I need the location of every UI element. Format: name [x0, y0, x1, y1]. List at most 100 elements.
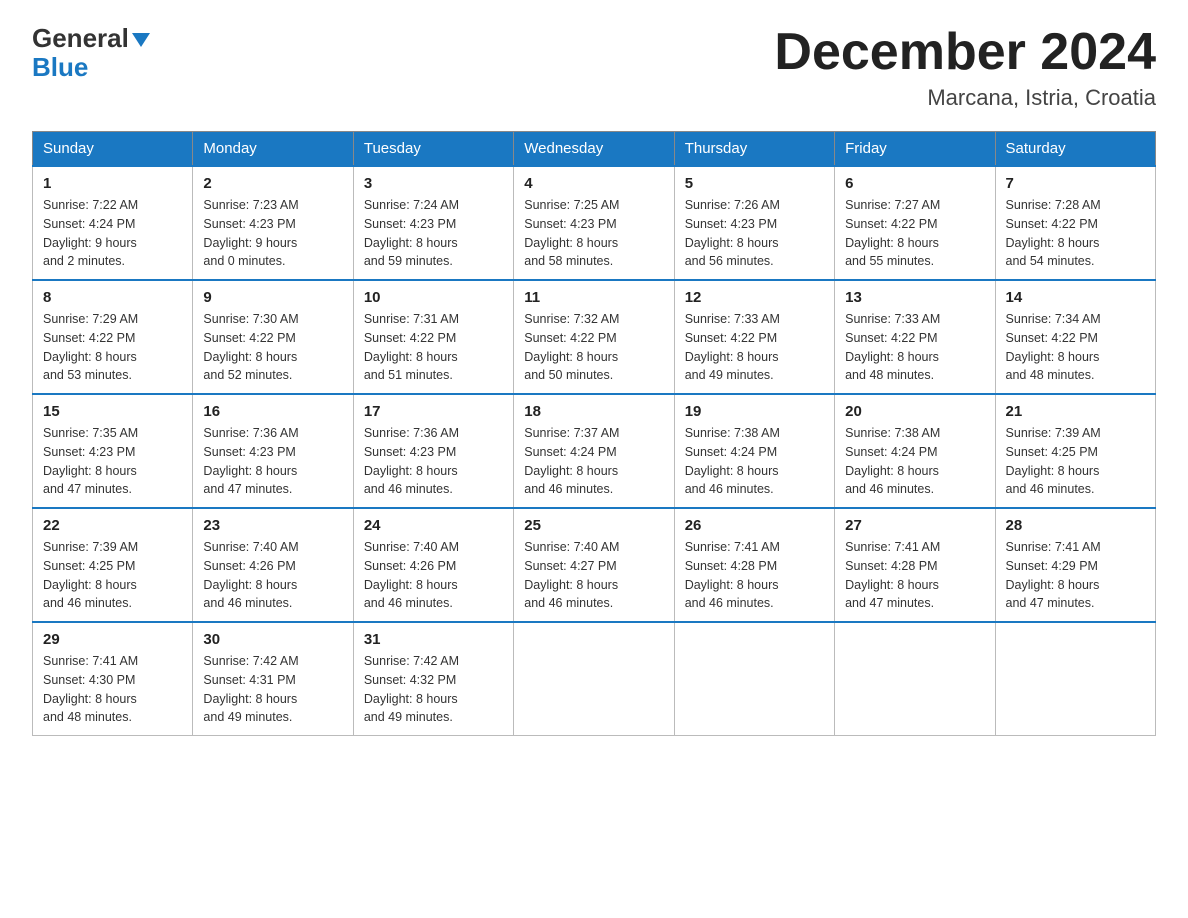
day-info: Sunrise: 7:42 AMSunset: 4:31 PMDaylight:… — [203, 652, 342, 727]
table-row: 10 Sunrise: 7:31 AMSunset: 4:22 PMDayligh… — [353, 280, 513, 394]
calendar-week-1: 1 Sunrise: 7:22 AMSunset: 4:24 PMDaylight… — [33, 166, 1156, 280]
day-number: 4 — [524, 175, 663, 192]
day-number: 13 — [845, 289, 984, 306]
table-row: 3 Sunrise: 7:24 AMSunset: 4:23 PMDaylight… — [353, 166, 513, 280]
day-number: 7 — [1006, 175, 1145, 192]
logo-blue: Blue — [32, 53, 88, 82]
table-row: 22 Sunrise: 7:39 AMSunset: 4:25 PMDayligh… — [33, 508, 193, 622]
day-info: Sunrise: 7:41 AMSunset: 4:28 PMDaylight:… — [845, 538, 984, 613]
day-info: Sunrise: 7:33 AMSunset: 4:22 PMDaylight:… — [685, 310, 824, 385]
day-info: Sunrise: 7:39 AMSunset: 4:25 PMDaylight:… — [1006, 424, 1145, 499]
table-row: 31Sunrise: 7:42 AMSunset: 4:32 PMDayligh… — [353, 622, 513, 736]
col-sunday: Sunday — [33, 132, 193, 167]
calendar-table: Sunday Monday Tuesday Wednesday Thursday… — [32, 131, 1156, 736]
day-info: Sunrise: 7:38 AMSunset: 4:24 PMDaylight:… — [845, 424, 984, 499]
table-row: 29 Sunrise: 7:41 AMSunset: 4:30 PMDayligh… — [33, 622, 193, 736]
day-number: 11 — [524, 289, 663, 306]
calendar-header-row: Sunday Monday Tuesday Wednesday Thursday… — [33, 132, 1156, 167]
title-section: December 2024 Marcana, Istria, Croatia — [774, 24, 1156, 111]
table-row: 6Sunrise: 7:27 AMSunset: 4:22 PMDaylight… — [835, 166, 995, 280]
table-row — [995, 622, 1155, 736]
day-info: Sunrise: 7:24 AMSunset: 4:23 PMDaylight:… — [364, 196, 503, 271]
table-row: 9Sunrise: 7:30 AMSunset: 4:22 PMDaylight… — [193, 280, 353, 394]
table-row: 4Sunrise: 7:25 AMSunset: 4:23 PMDaylight… — [514, 166, 674, 280]
table-row: 24 Sunrise: 7:40 AMSunset: 4:26 PMDayligh… — [353, 508, 513, 622]
calendar-week-2: 8 Sunrise: 7:29 AMSunset: 4:22 PMDaylight… — [33, 280, 1156, 394]
table-row: 27 Sunrise: 7:41 AMSunset: 4:28 PMDayligh… — [835, 508, 995, 622]
day-number: 30 — [203, 631, 342, 648]
table-row: 16Sunrise: 7:36 AMSunset: 4:23 PMDayligh… — [193, 394, 353, 508]
table-row: 23Sunrise: 7:40 AMSunset: 4:26 PMDayligh… — [193, 508, 353, 622]
day-number: 28 — [1006, 517, 1145, 534]
day-number: 19 — [685, 403, 824, 420]
day-info: Sunrise: 7:41 AMSunset: 4:30 PMDaylight:… — [43, 652, 182, 727]
day-info: Sunrise: 7:26 AMSunset: 4:23 PMDaylight:… — [685, 196, 824, 271]
day-info: Sunrise: 7:32 AMSunset: 4:22 PMDaylight:… — [524, 310, 663, 385]
day-number: 16 — [203, 403, 342, 420]
day-info: Sunrise: 7:40 AMSunset: 4:27 PMDaylight:… — [524, 538, 663, 613]
col-monday: Monday — [193, 132, 353, 167]
table-row: 8 Sunrise: 7:29 AMSunset: 4:22 PMDaylight… — [33, 280, 193, 394]
table-row: 26 Sunrise: 7:41 AMSunset: 4:28 PMDayligh… — [674, 508, 834, 622]
day-info: Sunrise: 7:30 AMSunset: 4:22 PMDaylight:… — [203, 310, 342, 385]
table-row: 19 Sunrise: 7:38 AMSunset: 4:24 PMDayligh… — [674, 394, 834, 508]
day-info: Sunrise: 7:22 AMSunset: 4:24 PMDaylight:… — [43, 196, 182, 271]
calendar-week-4: 22 Sunrise: 7:39 AMSunset: 4:25 PMDayligh… — [33, 508, 1156, 622]
day-info: Sunrise: 7:35 AMSunset: 4:23 PMDaylight:… — [43, 424, 182, 499]
day-number: 3 — [364, 175, 503, 192]
table-row: 11 Sunrise: 7:32 AMSunset: 4:22 PMDayligh… — [514, 280, 674, 394]
day-number: 15 — [43, 403, 182, 420]
day-info: Sunrise: 7:41 AMSunset: 4:29 PMDaylight:… — [1006, 538, 1145, 613]
table-row: 14 Sunrise: 7:34 AMSunset: 4:22 PMDayligh… — [995, 280, 1155, 394]
day-info: Sunrise: 7:33 AMSunset: 4:22 PMDaylight:… — [845, 310, 984, 385]
day-info: Sunrise: 7:23 AMSunset: 4:23 PMDaylight:… — [203, 196, 342, 271]
location: Marcana, Istria, Croatia — [774, 85, 1156, 111]
day-info: Sunrise: 7:37 AMSunset: 4:24 PMDaylight:… — [524, 424, 663, 499]
table-row — [514, 622, 674, 736]
day-number: 8 — [43, 289, 182, 306]
day-info: Sunrise: 7:42 AMSunset: 4:32 PMDaylight:… — [364, 652, 503, 727]
day-number: 1 — [43, 175, 182, 192]
day-number: 10 — [364, 289, 503, 306]
table-row — [835, 622, 995, 736]
day-number: 22 — [43, 517, 182, 534]
month-title: December 2024 — [774, 24, 1156, 81]
day-info: Sunrise: 7:36 AMSunset: 4:23 PMDaylight:… — [364, 424, 503, 499]
day-info: Sunrise: 7:31 AMSunset: 4:22 PMDaylight:… — [364, 310, 503, 385]
day-number: 24 — [364, 517, 503, 534]
day-number: 23 — [203, 517, 342, 534]
page-header: General Blue December 2024 Marcana, Istr… — [32, 24, 1156, 111]
day-number: 29 — [43, 631, 182, 648]
table-row: 13 Sunrise: 7:33 AMSunset: 4:22 PMDayligh… — [835, 280, 995, 394]
day-info: Sunrise: 7:40 AMSunset: 4:26 PMDaylight:… — [364, 538, 503, 613]
table-row: 2Sunrise: 7:23 AMSunset: 4:23 PMDaylight… — [193, 166, 353, 280]
day-info: Sunrise: 7:34 AMSunset: 4:22 PMDaylight:… — [1006, 310, 1145, 385]
col-tuesday: Tuesday — [353, 132, 513, 167]
table-row: 12 Sunrise: 7:33 AMSunset: 4:22 PMDayligh… — [674, 280, 834, 394]
day-number: 25 — [524, 517, 663, 534]
table-row: 20 Sunrise: 7:38 AMSunset: 4:24 PMDayligh… — [835, 394, 995, 508]
day-number: 26 — [685, 517, 824, 534]
table-row: 28 Sunrise: 7:41 AMSunset: 4:29 PMDayligh… — [995, 508, 1155, 622]
table-row: 21 Sunrise: 7:39 AMSunset: 4:25 PMDayligh… — [995, 394, 1155, 508]
table-row: 5Sunrise: 7:26 AMSunset: 4:23 PMDaylight… — [674, 166, 834, 280]
day-number: 17 — [364, 403, 503, 420]
table-row: 30 Sunrise: 7:42 AMSunset: 4:31 PMDayligh… — [193, 622, 353, 736]
calendar-week-3: 15 Sunrise: 7:35 AMSunset: 4:23 PMDayligh… — [33, 394, 1156, 508]
day-number: 6 — [845, 175, 984, 192]
table-row: 7Sunrise: 7:28 AMSunset: 4:22 PMDaylight… — [995, 166, 1155, 280]
day-info: Sunrise: 7:38 AMSunset: 4:24 PMDaylight:… — [685, 424, 824, 499]
day-number: 18 — [524, 403, 663, 420]
day-info: Sunrise: 7:39 AMSunset: 4:25 PMDaylight:… — [43, 538, 182, 613]
table-row: 15 Sunrise: 7:35 AMSunset: 4:23 PMDayligh… — [33, 394, 193, 508]
col-friday: Friday — [835, 132, 995, 167]
day-number: 27 — [845, 517, 984, 534]
day-number: 12 — [685, 289, 824, 306]
col-saturday: Saturday — [995, 132, 1155, 167]
day-number: 21 — [1006, 403, 1145, 420]
day-number: 20 — [845, 403, 984, 420]
day-number: 14 — [1006, 289, 1145, 306]
day-info: Sunrise: 7:41 AMSunset: 4:28 PMDaylight:… — [685, 538, 824, 613]
table-row: 17 Sunrise: 7:36 AMSunset: 4:23 PMDayligh… — [353, 394, 513, 508]
day-info: Sunrise: 7:29 AMSunset: 4:22 PMDaylight:… — [43, 310, 182, 385]
